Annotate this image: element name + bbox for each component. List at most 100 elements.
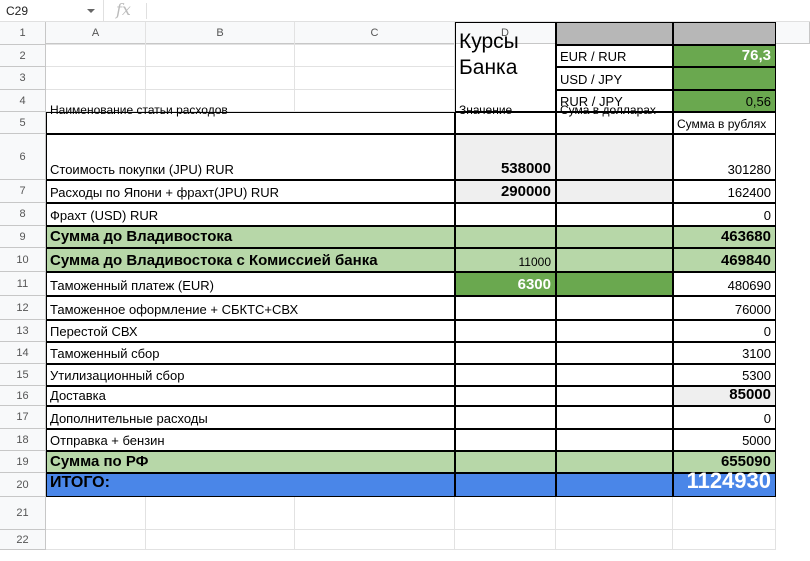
cell-C3[interactable] (295, 67, 455, 90)
header-value-cell[interactable]: Значение (455, 103, 556, 134)
eur-rur-value[interactable]: 76,3 (673, 45, 776, 67)
line-value-18[interactable] (455, 429, 556, 451)
line-name-13[interactable]: Перестой СВХ (46, 320, 455, 342)
line-name-18[interactable]: Отправка + бензин (46, 429, 455, 451)
row-header-5[interactable]: 5 (0, 112, 46, 134)
cell-F22[interactable] (673, 530, 776, 550)
line-rub-17[interactable]: 0 (673, 406, 776, 429)
line-rub-16[interactable]: 85000 (673, 386, 776, 406)
row-header-1[interactable]: 1 (0, 22, 46, 45)
cell-E22[interactable] (556, 530, 673, 550)
cell-A21[interactable] (46, 497, 146, 530)
cell-B22[interactable] (146, 530, 295, 550)
cell-B2[interactable] (146, 45, 295, 67)
line-usd-9[interactable] (556, 226, 673, 248)
line-name-12[interactable]: Таможенное оформление + СБКТС+СВХ (46, 296, 455, 320)
row-header-2[interactable]: 2 (0, 45, 46, 67)
cell-E21[interactable] (556, 497, 673, 530)
row-header-4[interactable]: 4 (0, 90, 46, 112)
header-rub-cell[interactable]: Сумма в рублях (673, 112, 776, 134)
cell-B1[interactable] (146, 22, 295, 45)
line-rub-14[interactable]: 3100 (673, 342, 776, 364)
cell-A2[interactable] (46, 45, 146, 67)
line-name-14[interactable]: Таможенный сбор (46, 342, 455, 364)
line-value-9[interactable] (455, 226, 556, 248)
row-header-22[interactable]: 22 (0, 530, 46, 550)
line-usd-20[interactable] (556, 473, 673, 497)
line-value-16[interactable] (455, 386, 556, 406)
row-header-6[interactable]: 6 (0, 134, 46, 180)
row-header-19[interactable]: 19 (0, 451, 46, 473)
line-value-7[interactable]: 290000 (455, 180, 556, 203)
line-rub-18[interactable]: 5000 (673, 429, 776, 451)
line-name-8[interactable]: Фрахт (USD) RUR (46, 203, 455, 226)
line-rub-12[interactable]: 76000 (673, 296, 776, 320)
line-name-6[interactable]: Стоимость покупки (JPU) RUR (46, 134, 455, 180)
line-usd-12[interactable] (556, 296, 673, 320)
line-usd-8[interactable] (556, 203, 673, 226)
rates-header-f1[interactable] (673, 22, 776, 45)
rates-title-cell[interactable]: Курсы Банка (455, 22, 556, 112)
line-value-19[interactable] (455, 451, 556, 473)
cell-C4[interactable] (295, 90, 455, 112)
line-usd-17[interactable] (556, 406, 673, 429)
row-header-21[interactable]: 21 (0, 497, 46, 530)
cell-B21[interactable] (146, 497, 295, 530)
cell-A22[interactable] (46, 530, 146, 550)
line-usd-14[interactable] (556, 342, 673, 364)
cell-C2[interactable] (295, 45, 455, 67)
line-rub-9[interactable]: 463680 (673, 226, 776, 248)
line-rub-10[interactable]: 469840 (673, 248, 776, 272)
cell-D22[interactable] (455, 530, 556, 550)
rur-jpy-value[interactable]: 0,56 (673, 90, 776, 112)
header-usd-cell[interactable]: Сума в долларах (556, 103, 673, 134)
cell-C21[interactable] (295, 497, 455, 530)
line-rub-7[interactable]: 162400 (673, 180, 776, 203)
cell-A1[interactable] (46, 22, 146, 45)
line-value-8[interactable] (455, 203, 556, 226)
row-header-20[interactable]: 20 (0, 473, 46, 497)
cell-A3[interactable] (46, 67, 146, 90)
line-name-9[interactable]: Сумма до Владивостока (46, 226, 455, 248)
cell-C1[interactable] (295, 22, 455, 45)
column-header-extra[interactable] (776, 22, 810, 44)
cell-B3[interactable] (146, 67, 295, 90)
line-usd-15[interactable] (556, 364, 673, 386)
line-rub-6[interactable]: 301280 (673, 134, 776, 180)
row-header-10[interactable]: 10 (0, 248, 46, 272)
line-value-12[interactable] (455, 296, 556, 320)
line-value-13[interactable] (455, 320, 556, 342)
line-name-7[interactable]: Расходы по Япони + фрахт(JPU) RUR (46, 180, 455, 203)
row-header-14[interactable]: 14 (0, 342, 46, 364)
line-rub-15[interactable]: 5300 (673, 364, 776, 386)
line-rub-13[interactable]: 0 (673, 320, 776, 342)
line-name-19[interactable]: Сумма по РФ (46, 451, 455, 473)
cell-C22[interactable] (295, 530, 455, 550)
line-rub-11[interactable]: 480690 (673, 272, 776, 296)
row-header-12[interactable]: 12 (0, 296, 46, 320)
line-value-17[interactable] (455, 406, 556, 429)
line-value-10[interactable]: 11000 (455, 248, 556, 272)
line-usd-16[interactable] (556, 386, 673, 406)
row-header-18[interactable]: 18 (0, 429, 46, 451)
usd-jpy-label[interactable]: USD / JPY (556, 67, 673, 90)
line-value-14[interactable] (455, 342, 556, 364)
row-header-7[interactable]: 7 (0, 180, 46, 203)
line-usd-7[interactable] (556, 180, 673, 203)
line-usd-6[interactable] (556, 134, 673, 180)
line-value-20[interactable] (455, 473, 556, 497)
row-header-3[interactable]: 3 (0, 67, 46, 90)
line-usd-13[interactable] (556, 320, 673, 342)
row-header-9[interactable]: 9 (0, 226, 46, 248)
usd-jpy-value[interactable] (673, 67, 776, 90)
line-name-10[interactable]: Сумма до Владивостока с Комиссией банка (46, 248, 455, 272)
line-usd-19[interactable] (556, 451, 673, 473)
line-usd-18[interactable] (556, 429, 673, 451)
chevron-down-icon[interactable] (87, 9, 95, 13)
cell-D21[interactable] (455, 497, 556, 530)
line-rub-20[interactable]: 1124930 (673, 468, 776, 497)
cell-F21[interactable] (673, 497, 776, 530)
line-usd-11[interactable] (556, 272, 673, 296)
line-value-11[interactable]: 6300 (455, 272, 556, 296)
line-name-17[interactable]: Дополнительные расходы (46, 406, 455, 429)
